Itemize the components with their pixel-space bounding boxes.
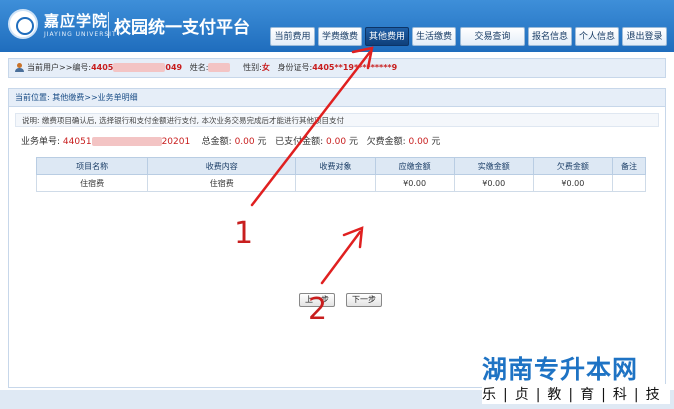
col-amount-due: 应缴金额 [374, 157, 455, 175]
col-amount-owed: 欠费金额 [532, 157, 613, 175]
cell-remarks [611, 174, 647, 192]
owe-unit: 元 [431, 137, 441, 147]
paid-label: 已支付金额: [275, 137, 324, 147]
col-item-name: 项目名称 [35, 157, 149, 175]
watermark-subtitle: 乐|贞|教|育|科|技 [482, 384, 670, 404]
user-id-start: 4405 [91, 63, 114, 72]
order-number-end: 20201 [161, 137, 191, 147]
nav-tuition[interactable]: 学费缴费 [318, 27, 362, 46]
nav-other-fees[interactable]: 其他费用 [365, 27, 409, 46]
school-english-name: JIAYING UNIVERSITY [44, 31, 122, 38]
nav-current-fees[interactable]: 当前费用 [270, 27, 315, 46]
header-divider [108, 12, 109, 38]
user-icon [15, 63, 24, 72]
platform-title: 校园统一支付平台 [114, 18, 250, 38]
name-label: 姓名: [189, 63, 209, 72]
total-label: 总金额: [201, 137, 232, 147]
col-amount-paid: 实缴金额 [453, 157, 534, 175]
table-header-row: 项目名称 收费内容 收费对象 应缴金额 实缴金额 欠费金额 备注 [35, 157, 647, 175]
description-note: 说明: 缴费项目确认后, 选择银行和支付金额进行支付, 本次业务交易完成后才能进… [15, 113, 659, 127]
col-fee-content: 收费内容 [147, 157, 297, 175]
user-id-end: 049 [165, 63, 183, 72]
total-unit: 元 [257, 137, 267, 147]
col-fee-target: 收费对象 [295, 157, 376, 175]
col-remarks: 备注 [611, 157, 647, 175]
owe-value: 0.00 [408, 137, 429, 147]
nav-personal-info[interactable]: 个人信息 [575, 27, 619, 46]
cell-amount-due: ¥0.00 [374, 174, 455, 192]
nav-logout[interactable]: 退出登录 [622, 27, 667, 46]
nav-registration[interactable]: 报名信息 [528, 27, 572, 46]
user-prefix: 当前用户>>编号: [27, 63, 92, 72]
idcard-label: 身份证号: [277, 63, 313, 72]
cell-fee-target [295, 174, 376, 192]
blurred-region [113, 63, 166, 72]
cell-item-name: 住宿费 [35, 174, 149, 192]
school-name: 嘉应学院 [44, 12, 109, 30]
order-summary: 业务单号: 44051 20201 总金额: 0.00 元 已支付金额: 0.00… [21, 134, 440, 147]
owe-label: 欠费金额: [366, 137, 406, 147]
nav-living-fees[interactable]: 生活缴费 [412, 27, 456, 46]
watermark-title: 湖南专升本网 [482, 355, 639, 384]
breadcrumb: 当前位置: 其他缴费>>业务单明细 [9, 89, 665, 107]
annotation-number-1: 1 [234, 216, 254, 251]
total-value: 0.00 [234, 137, 255, 147]
cell-amount-paid: ¥0.00 [453, 174, 534, 192]
order-number-start: 44051 [62, 137, 92, 147]
annotation-number-2: 2 [308, 292, 328, 327]
main-panel: 当前位置: 其他缴费>>业务单明细 说明: 缴费项目确认后, 选择银行和支付金额… [8, 88, 666, 388]
cell-amount-owed: ¥0.00 [532, 174, 613, 192]
nav-transaction-query[interactable]: 交易查询 [460, 27, 525, 46]
cell-fee-content: 住宿费 [147, 174, 297, 192]
user-info-bar: 当前用户>>编号:4405 049 姓名: 性别:女 身份证号:4405**19*… [8, 58, 666, 78]
order-label: 业务单号: [21, 137, 61, 147]
school-logo [8, 9, 38, 39]
gender-label: 性别: [243, 63, 262, 72]
paid-unit: 元 [348, 137, 358, 147]
fee-detail-table: 项目名称 收费内容 收费对象 应缴金额 实缴金额 欠费金额 备注 住宿费 住宿费… [35, 157, 647, 192]
table-row: 住宿费 住宿费 ¥0.00 ¥0.00 ¥0.00 [35, 174, 647, 192]
idcard-value: 4405**19*********9 [312, 63, 398, 72]
paid-value: 0.00 [326, 137, 347, 147]
next-step-button[interactable]: 下一步 [346, 293, 382, 307]
blurred-name [208, 63, 231, 72]
blurred-order [91, 137, 162, 146]
gender-value: 女 [261, 63, 270, 72]
